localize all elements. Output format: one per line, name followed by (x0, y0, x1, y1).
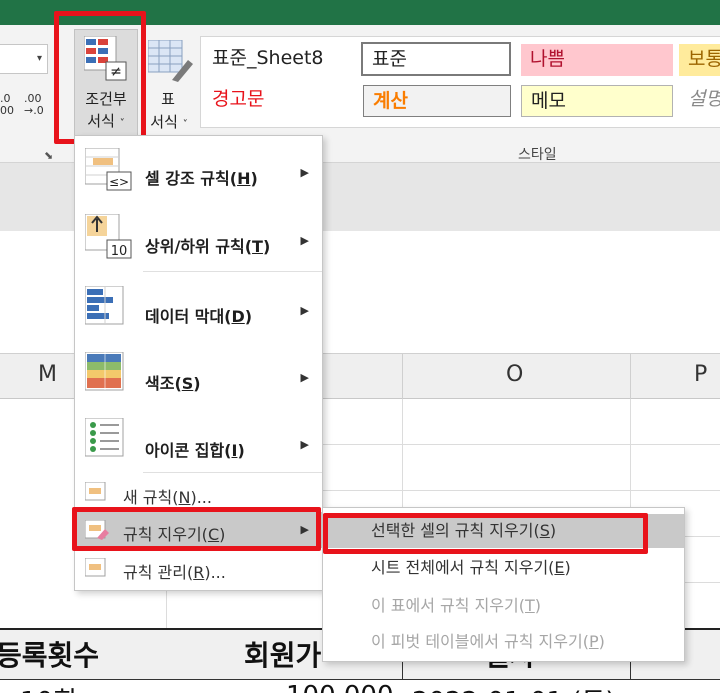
menu-item-color-scales[interactable]: 색조(S) ▶ (75, 340, 322, 406)
styles-group-label: 스타일 (518, 147, 557, 163)
chevron-right-icon: ▶ (300, 234, 309, 247)
cell-styles-gallery: 표준_Sheet8 표준 나쁨 보통 경고문 계산 메모 설명 (200, 36, 720, 128)
menu-separator (143, 472, 322, 473)
menu-item-top-bottom-rules[interactable]: 10 상위/하위 규칙(T) ▶ (75, 202, 322, 270)
style-explanatory[interactable]: 설명 (679, 84, 720, 114)
table-header-cell[interactable]: 등록횟수 (0, 634, 99, 674)
submenu-item-clear-pivot-table: 이 피벗 테이블에서 규칙 지우기(P) (371, 632, 605, 651)
number-format-dropdown[interactable]: ▾ (0, 44, 48, 74)
svg-text:10: 10 (111, 244, 128, 259)
chevron-right-icon: ▶ (300, 304, 309, 317)
format-as-table-icon (148, 40, 193, 82)
menu-item-icon-sets[interactable]: 아이콘 집합(I) ▶ (75, 406, 322, 472)
svg-text:≤>: ≤> (109, 175, 129, 189)
style-note[interactable]: 메모 (521, 85, 673, 117)
table-cell[interactable]: 10회 (20, 681, 77, 693)
chevron-down-icon: ▾ (36, 53, 42, 64)
dialog-launcher-icon[interactable]: ⬊ (44, 149, 53, 162)
fat-label-line2: 서식 (150, 113, 178, 131)
chevron-down-icon: ˅ (182, 119, 188, 130)
grid-line (322, 490, 720, 491)
style-calculation[interactable]: 계산 (363, 85, 511, 117)
menu-item-data-bars[interactable]: 데이터 막대(D) ▶ (75, 272, 322, 340)
icon-sets-icon (85, 418, 124, 457)
chevron-right-icon: ▶ (300, 371, 309, 384)
style-warning-text[interactable]: 경고문 (203, 84, 353, 114)
table-cell[interactable]: 2022-01-01 (토) (412, 681, 616, 693)
submenu-item-clear-entire-sheet[interactable]: 시트 전체에서 규칙 지우기(E) (323, 551, 684, 585)
column-header-o[interactable]: O (506, 362, 523, 387)
grid-line (685, 582, 720, 583)
style-normal[interactable]: 표준 (361, 42, 511, 76)
highlight-clear-rules (72, 507, 321, 551)
increase-decimal-button[interactable]: .00 →.0 (24, 93, 44, 117)
highlight-cells-rules-icon: ≤> (85, 148, 132, 191)
manage-rules-icon (85, 558, 106, 577)
color-scales-icon (85, 352, 124, 391)
format-as-table-button[interactable]: 표 서식 ˅ (144, 36, 194, 136)
style-normal-sheet8[interactable]: 표준_Sheet8 (203, 43, 353, 73)
style-neutral[interactable]: 보통 (679, 44, 720, 76)
table-cell[interactable]: 100,000 (286, 681, 394, 693)
grid-line (322, 444, 720, 445)
chevron-right-icon: ▶ (300, 166, 309, 179)
style-bad[interactable]: 나쁨 (521, 44, 673, 76)
new-rule-icon (85, 482, 106, 501)
menu-item-manage-rules[interactable]: 규칙 관리(R)... (75, 548, 322, 588)
highlight-conditional-formatting (54, 11, 146, 144)
submenu-item-clear-this-table: 이 표에서 규칙 지우기(T) (371, 596, 542, 615)
column-header-p[interactable]: P (694, 362, 707, 387)
table-header-cell[interactable]: 회원가 (244, 634, 321, 674)
decrease-decimal-button[interactable]: .0 00 (0, 93, 14, 117)
table-row: 10회 100,000 2022-01-01 (토) (0, 681, 720, 693)
top-bottom-rules-icon: 10 (85, 214, 132, 259)
menu-item-highlight-cells-rules[interactable]: ≤> 셀 강조 규칙(H) ▶ (75, 136, 322, 202)
fat-label-line1: 표 (161, 90, 175, 108)
data-bars-icon (85, 286, 124, 325)
highlight-clear-selected-cells (323, 513, 648, 554)
chevron-right-icon: ▶ (300, 438, 309, 451)
column-header-m[interactable]: M (38, 362, 57, 387)
grid-line (166, 591, 167, 628)
